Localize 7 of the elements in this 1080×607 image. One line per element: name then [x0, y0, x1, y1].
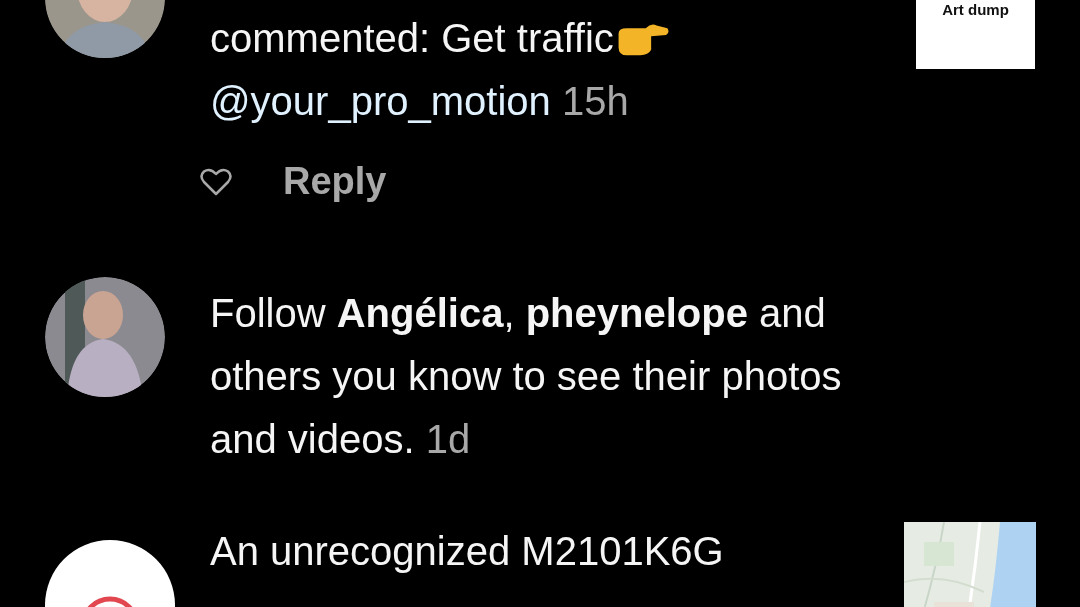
notification-text: Follow Angélica, pheynelope and others you know to see their photos and videos. 1d [210, 290, 843, 463]
reply-button[interactable]: Reply [283, 160, 387, 203]
post-thumbnail[interactable]: Art dump [916, 0, 1035, 69]
notification-text: An unrecognized M2101K6G [210, 528, 725, 575]
notification-text: commented: Get traffic @your_pro_motion 15h [210, 7, 830, 133]
thumbnail-title: Art dump [942, 1, 1009, 18]
mention-link[interactable]: @your_pro_motion [210, 79, 551, 123]
